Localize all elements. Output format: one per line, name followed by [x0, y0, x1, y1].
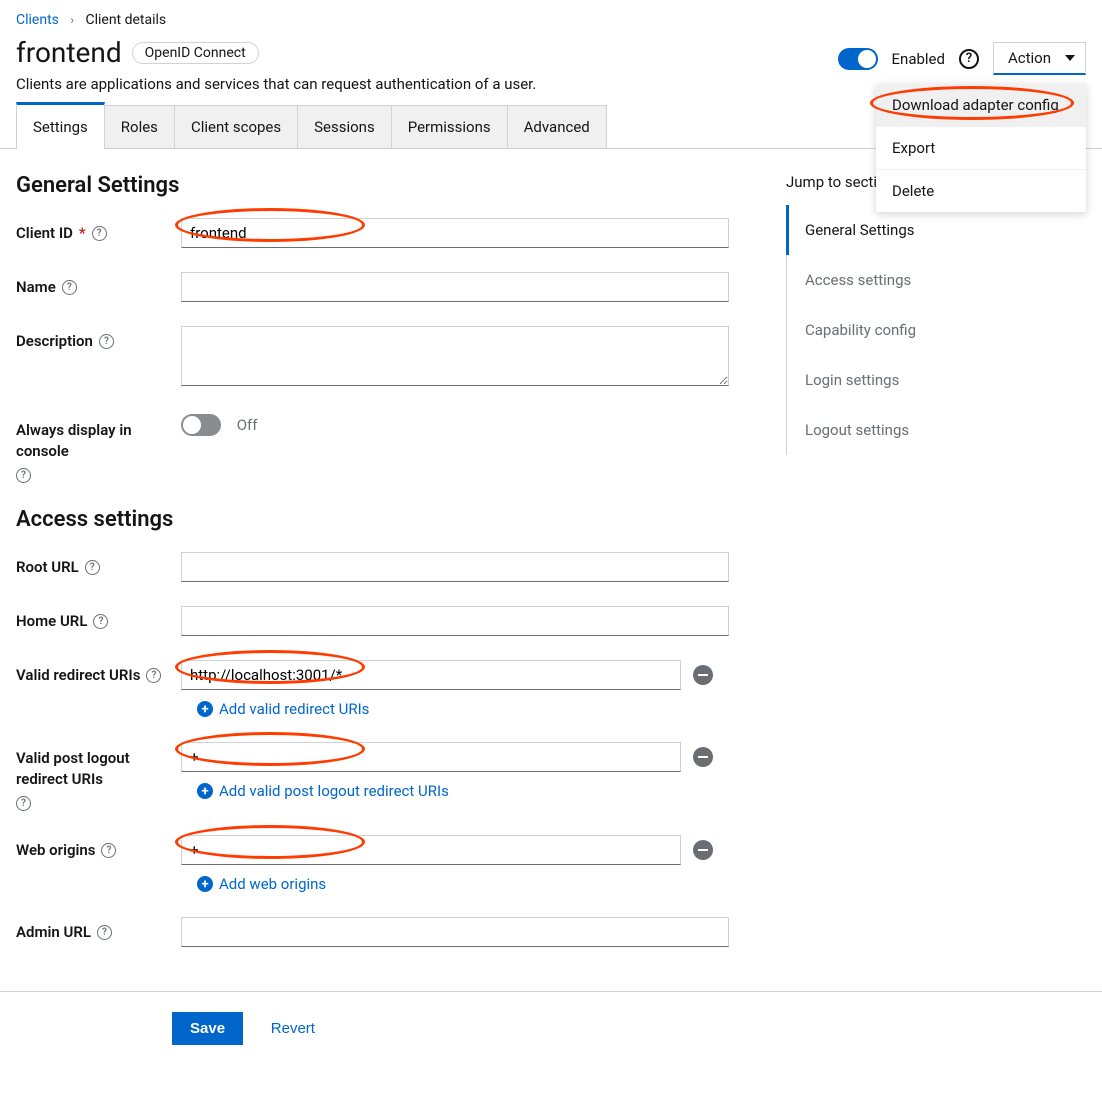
add-post-logout-link[interactable]: + Add valid post logout redirect URIs — [197, 782, 449, 800]
remove-post-logout-button[interactable] — [693, 747, 713, 767]
protocol-badge: OpenID Connect — [132, 42, 259, 64]
help-icon[interactable]: ? — [99, 334, 114, 349]
add-web-origins-link[interactable]: + Add web origins — [197, 875, 326, 893]
breadcrumb-clients[interactable]: Clients — [16, 12, 59, 28]
always-display-state: Off — [237, 416, 258, 434]
label-admin-url: Admin URL ? — [16, 917, 181, 941]
label-home-url: Home URL ? — [16, 606, 181, 630]
always-display-toggle[interactable] — [181, 414, 221, 436]
help-icon[interactable]: ? — [62, 280, 77, 295]
section-access-settings: Access settings — [16, 507, 762, 532]
help-icon[interactable]: ? — [146, 668, 161, 683]
tab-sessions[interactable]: Sessions — [298, 105, 392, 148]
tab-settings[interactable]: Settings — [16, 102, 105, 149]
enabled-toggle[interactable] — [838, 48, 878, 70]
remove-web-origin-button[interactable] — [693, 840, 713, 860]
page-header: frontend OpenID Connect Clients are appl… — [0, 36, 1102, 101]
name-input[interactable] — [181, 272, 729, 302]
label-valid-redirect: Valid redirect URIs ? — [16, 660, 181, 684]
label-web-origins: Web origins ? — [16, 835, 181, 859]
client-id-input[interactable] — [181, 218, 729, 248]
action-label: Action — [1008, 49, 1051, 67]
sidenav-general[interactable]: General Settings — [786, 205, 1086, 255]
caret-down-icon — [1065, 55, 1075, 61]
action-export[interactable]: Export — [876, 127, 1086, 170]
admin-url-input[interactable] — [181, 917, 729, 947]
valid-redirect-input-0[interactable] — [181, 660, 681, 690]
action-dropdown-button[interactable]: Action — [993, 42, 1086, 75]
sidenav-access[interactable]: Access settings — [787, 255, 1086, 305]
enabled-label: Enabled — [892, 50, 945, 68]
label-description: Description ? — [16, 326, 181, 350]
tab-permissions[interactable]: Permissions — [392, 105, 508, 148]
label-always-display: Always display in console ? — [16, 414, 181, 483]
help-icon[interactable]: ? — [959, 49, 979, 69]
add-valid-redirect-link[interactable]: + Add valid redirect URIs — [197, 700, 369, 718]
plus-circle-icon: + — [197, 701, 213, 717]
action-delete[interactable]: Delete — [876, 170, 1086, 212]
revert-button[interactable]: Revert — [271, 1020, 315, 1037]
save-button[interactable]: Save — [172, 1012, 243, 1045]
action-dropdown-menu: Download adapter config Export Delete — [876, 84, 1086, 212]
web-origins-input-0[interactable] — [181, 835, 681, 865]
remove-redirect-button[interactable] — [693, 665, 713, 685]
help-icon[interactable]: ? — [16, 468, 31, 483]
label-client-id: Client ID * ? — [16, 218, 181, 242]
action-download-adapter-config[interactable]: Download adapter config — [876, 84, 1086, 127]
tab-roles[interactable]: Roles — [105, 105, 175, 148]
description-textarea[interactable] — [181, 326, 729, 386]
jump-to-section-nav: General Settings Access settings Capabil… — [786, 205, 1086, 455]
sidenav-logout[interactable]: Logout settings — [787, 405, 1086, 455]
plus-circle-icon: + — [197, 876, 213, 892]
tab-advanced[interactable]: Advanced — [508, 105, 607, 148]
breadcrumb: Clients › Client details — [0, 0, 1102, 36]
help-icon[interactable]: ? — [92, 226, 107, 241]
page-title: frontend — [16, 36, 122, 69]
label-name: Name ? — [16, 272, 181, 296]
help-icon[interactable]: ? — [101, 843, 116, 858]
valid-post-logout-input-0[interactable] — [181, 742, 681, 772]
breadcrumb-current: Client details — [85, 12, 166, 28]
label-root-url: Root URL ? — [16, 552, 181, 576]
chevron-right-icon: › — [70, 13, 74, 27]
help-icon[interactable]: ? — [93, 614, 108, 629]
section-general-settings: General Settings — [16, 173, 762, 198]
help-icon[interactable]: ? — [16, 796, 31, 811]
sidenav-capability[interactable]: Capability config — [787, 305, 1086, 355]
tab-client-scopes[interactable]: Client scopes — [175, 105, 298, 148]
home-url-input[interactable] — [181, 606, 729, 636]
sidenav-login[interactable]: Login settings — [787, 355, 1086, 405]
label-valid-post-logout: Valid post logout redirect URIs ? — [16, 742, 181, 811]
plus-circle-icon: + — [197, 783, 213, 799]
help-icon[interactable]: ? — [85, 560, 100, 575]
help-icon[interactable]: ? — [97, 925, 112, 940]
page-description: Clients are applications and services th… — [16, 75, 536, 93]
root-url-input[interactable] — [181, 552, 729, 582]
